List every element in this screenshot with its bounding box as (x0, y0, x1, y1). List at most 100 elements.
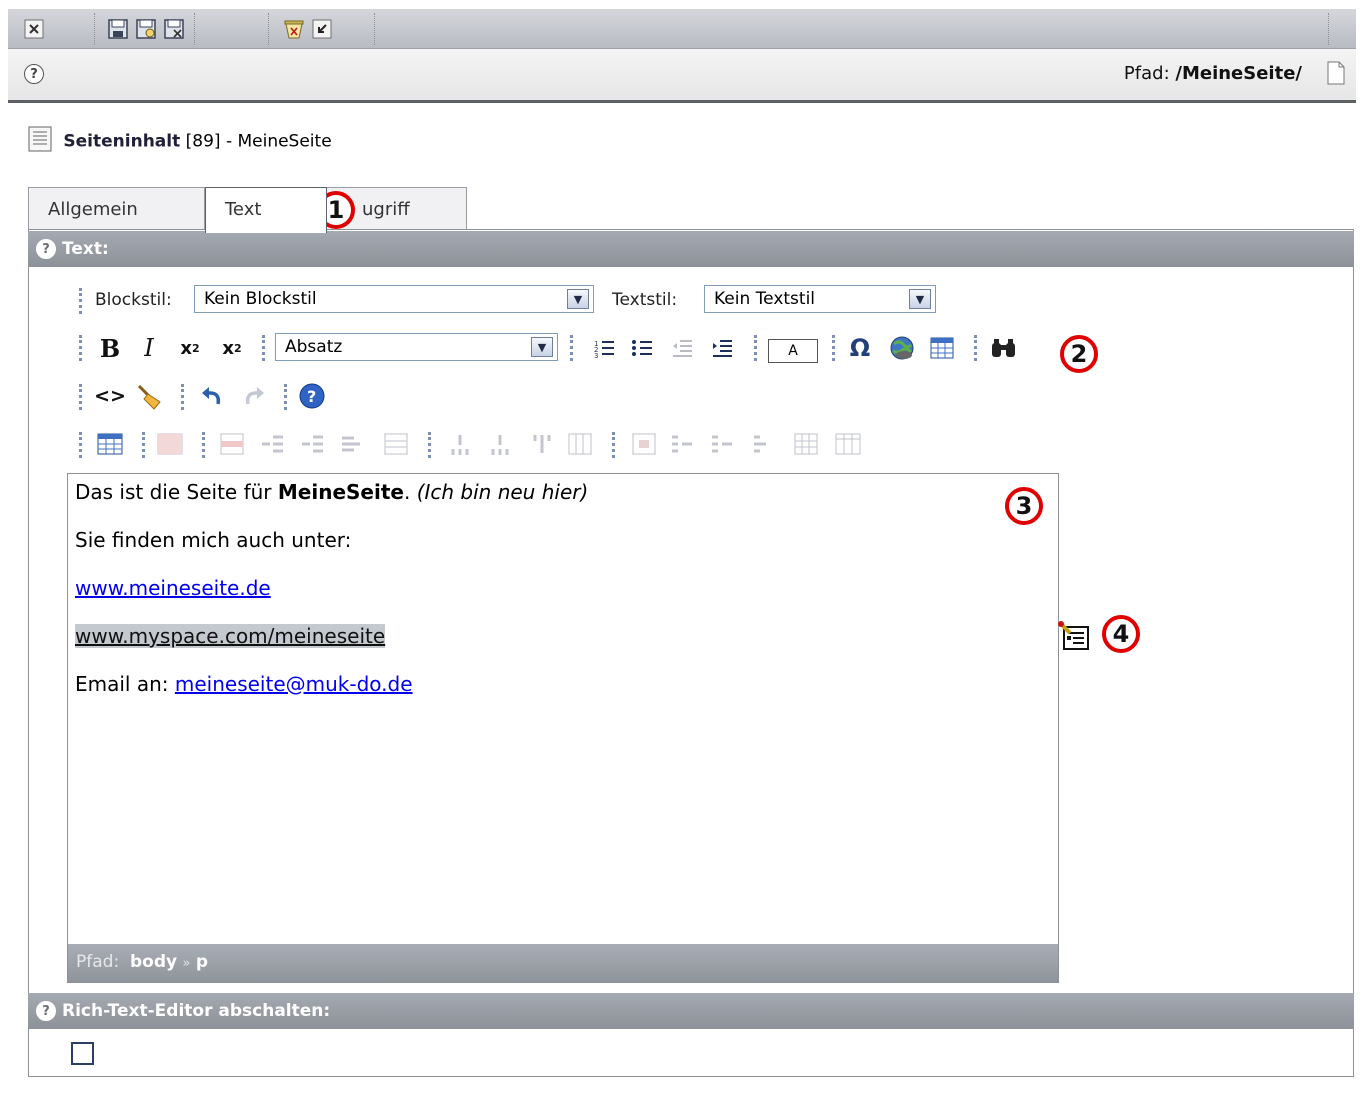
section-label: Text: (62, 239, 109, 259)
row-delete-icon[interactable] (338, 430, 366, 458)
content-italic: (Ich bin neu hier) (416, 480, 589, 504)
section-label: Rich-Text-Editor abschalten: (62, 1001, 331, 1021)
content-text: . (403, 480, 417, 504)
tab-label: Allgemein (48, 199, 138, 220)
col-delete-icon[interactable] (528, 430, 556, 458)
link-icon[interactable] (888, 334, 916, 362)
section-header-text: ? Text: (28, 231, 1354, 267)
content-line-4: www.myspace.com/meineseite (75, 624, 1058, 648)
color-box-label: A (788, 343, 798, 359)
row-props-icon[interactable] (218, 430, 246, 458)
source-icon[interactable]: <> (94, 382, 126, 410)
subscript-button[interactable]: x2 (176, 334, 204, 362)
undo-icon[interactable] (310, 17, 334, 41)
svg-text:?: ? (307, 387, 316, 406)
link-myspace-selected[interactable]: www.myspace.com/meineseite (75, 624, 386, 648)
page-title-type: Seiteninhalt (63, 131, 181, 152)
rte-disable-checkbox[interactable] (71, 1042, 94, 1065)
clean-icon[interactable] (136, 382, 164, 410)
marker-number: 1 (327, 196, 345, 224)
delete-icon[interactable] (282, 17, 306, 41)
bold-glyph: B (99, 333, 121, 363)
special-char-icon[interactable]: Ω (846, 334, 874, 362)
format-value: Absatz (285, 337, 343, 357)
content-bold: MeineSeite (277, 480, 404, 504)
textstil-select[interactable]: Kein Textstil ▼ (704, 285, 936, 313)
close-icon[interactable] (22, 17, 46, 41)
status-path-label: Pfad: (76, 952, 120, 972)
superscript-button[interactable]: x2 (218, 334, 246, 362)
annotation-marker-4: 4 (1102, 615, 1140, 653)
marker-number: 2 (1070, 340, 1088, 368)
about-icon[interactable]: ? (298, 382, 326, 410)
row-split-icon[interactable] (382, 430, 410, 458)
annotation-marker-2: 2 (1060, 335, 1098, 373)
help-icon[interactable]: ? (36, 1001, 56, 1021)
textstil-value: Kein Textstil (714, 289, 816, 309)
redo-icon[interactable] (240, 382, 268, 410)
cell-props-icon[interactable] (630, 430, 658, 458)
document-bar: ? Pfad: /MeineSeite/ (8, 49, 1356, 103)
status-path-p[interactable]: p (196, 952, 208, 972)
unordered-list-icon[interactable] (628, 334, 656, 362)
section-header-rte: ? Rich-Text-Editor abschalten: (28, 993, 1354, 1029)
status-path-body[interactable]: body (130, 952, 177, 972)
format-select[interactable]: Absatz ▼ (275, 333, 558, 361)
marker-number: 3 (1015, 492, 1033, 520)
page-title-rest: [89] - MeineSeite (185, 131, 332, 152)
save-close-icon[interactable] (162, 17, 186, 41)
undo-icon[interactable] (198, 382, 226, 410)
content-line-2: Sie finden mich auch unter: (75, 528, 352, 552)
cell-insert-before-icon[interactable] (668, 430, 696, 458)
help-icon[interactable]: ? (24, 64, 44, 84)
content-line-5: Email an: meineseite@muk-do.de (75, 672, 1058, 696)
path-display: Pfad: /MeineSeite/ (1124, 63, 1302, 84)
svg-text:3: 3 (594, 352, 598, 358)
blockstil-value: Kein Blockstil (204, 289, 317, 309)
editor-statusbar: Pfad: body » p (67, 944, 1059, 983)
tab-text[interactable]: Text (205, 187, 327, 233)
link-meineseite[interactable]: www.meineseite.de (75, 576, 271, 600)
table-icon[interactable] (928, 334, 956, 362)
annotation-marker-3: 3 (1005, 487, 1043, 525)
indent-icon[interactable] (708, 334, 736, 362)
cell-delete-icon[interactable] (750, 430, 778, 458)
save-view-icon[interactable] (134, 17, 158, 41)
page-title: Seiteninhalt [89] - MeineSeite (28, 126, 332, 157)
link-email[interactable]: meineseite@muk-do.de (175, 672, 413, 696)
find-icon[interactable] (990, 334, 1018, 362)
cell-split-icon[interactable] (834, 430, 862, 458)
content-line-1: Das ist die Seite für MeineSeite. (Ich b… (75, 480, 1058, 504)
outdent-icon[interactable] (668, 334, 696, 362)
chevron-down-icon: ▼ (909, 289, 931, 309)
col-split-icon[interactable] (566, 430, 594, 458)
insert-table-icon[interactable] (96, 430, 124, 458)
cell-insert-after-icon[interactable] (708, 430, 736, 458)
blockstil-label: Blockstil: (95, 290, 172, 310)
row-insert-after-icon[interactable] (298, 430, 326, 458)
tab-allgemein[interactable]: Allgemein (28, 187, 205, 231)
rte-toggle-icon[interactable] (1058, 621, 1090, 656)
help-icon[interactable]: ? (36, 239, 56, 259)
path-label: Pfad: (1123, 63, 1170, 84)
page-icon[interactable] (1326, 60, 1346, 91)
content-line-3: www.meineseite.de (75, 576, 1058, 600)
rich-text-editor-area[interactable]: Das ist die Seite für MeineSeite. (Ich b… (67, 473, 1059, 945)
text-color-box[interactable]: A (768, 339, 818, 363)
italic-button[interactable]: I (135, 334, 163, 362)
marker-number: 4 (1112, 620, 1130, 648)
top-toolbar (8, 9, 1356, 49)
tab-label: Text (225, 199, 262, 220)
textstil-label: Textstil: (612, 290, 678, 310)
status-path-separator: » (182, 956, 191, 971)
path-value[interactable]: /MeineSeite/ (1175, 63, 1302, 84)
save-icon[interactable] (106, 17, 130, 41)
blockstil-select[interactable]: Kein Blockstil ▼ (194, 285, 594, 313)
ordered-list-icon[interactable]: 123 (590, 334, 618, 362)
table-props-icon[interactable] (156, 430, 184, 458)
col-insert-after-icon[interactable] (486, 430, 514, 458)
col-insert-before-icon[interactable] (446, 430, 474, 458)
bold-button[interactable]: B (96, 333, 124, 363)
cell-merge-icon[interactable] (792, 430, 820, 458)
row-insert-before-icon[interactable] (258, 430, 286, 458)
